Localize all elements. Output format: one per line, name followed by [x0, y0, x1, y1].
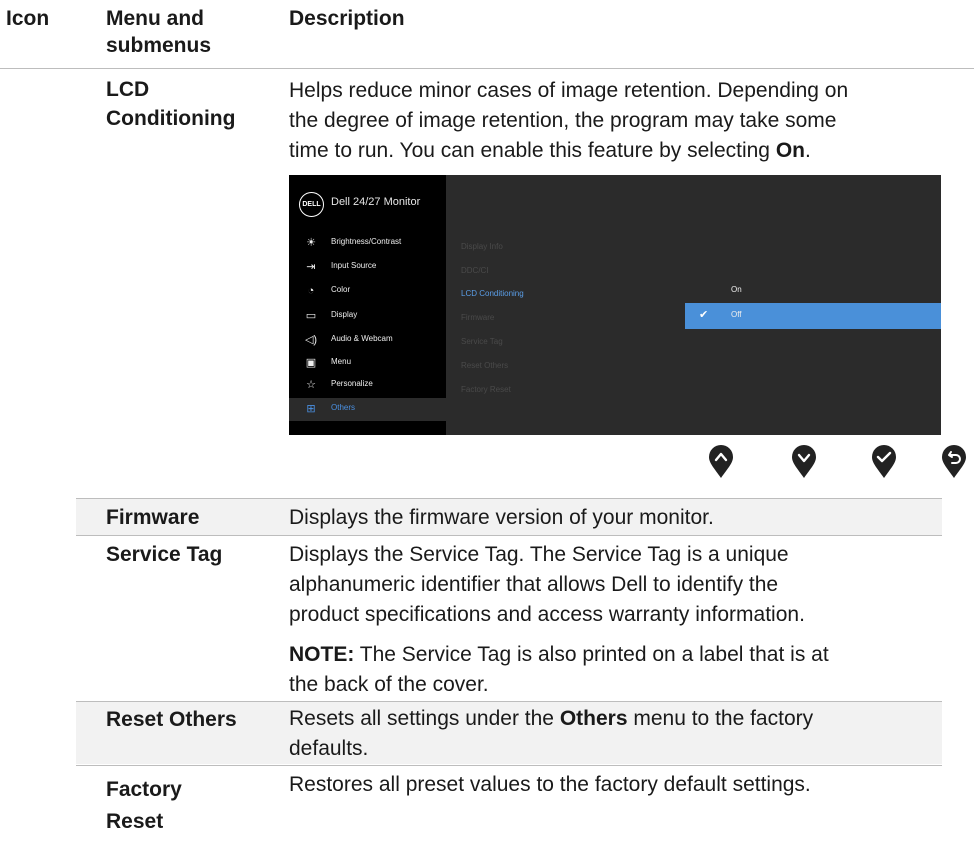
lcd-desc-line2: the degree of image retention, the progr…	[289, 109, 837, 132]
service-tag-description: Displays the Service Tag. The Service Ta…	[289, 540, 805, 630]
osd-sub-display-info[interactable]: Display Info	[461, 242, 503, 251]
osd-option-off[interactable]: ✔ Off	[685, 303, 941, 329]
osd-menu-display[interactable]: ▭ Display	[289, 305, 446, 328]
firmware-label: Firmware	[106, 506, 200, 529]
osd-menu-label: Input Source	[331, 261, 377, 270]
service-tag-desc-line2: alphanumeric identifier that allows Dell…	[289, 573, 779, 596]
osd-menu-input-source[interactable]: ⇥ Input Source	[289, 256, 446, 279]
firmware-description: Displays the firmware version of your mo…	[289, 506, 714, 529]
osd-sub-reset-others[interactable]: Reset Others	[461, 361, 508, 370]
osd-menu-menu[interactable]: ▣ Menu	[289, 352, 446, 375]
col-header-menu: Menu and submenus	[106, 5, 211, 59]
others-emphasis: Others	[559, 707, 628, 730]
factory-reset-description: Restores all preset values to the factor…	[289, 773, 811, 796]
nav-back-icon[interactable]	[941, 445, 967, 479]
nav-up-icon[interactable]	[708, 445, 734, 479]
service-tag-note: NOTE: The Service Tag is also printed on…	[289, 640, 829, 700]
osd-sub-service-tag[interactable]: Service Tag	[461, 337, 503, 346]
osd-menu-label: Brightness/Contrast	[331, 237, 402, 246]
osd-option-label: Off	[731, 310, 742, 319]
service-tag-desc-line3: product specifications and access warran…	[289, 603, 805, 626]
service-tag-label: Service Tag	[106, 543, 223, 566]
input-source-icon: ⇥	[306, 261, 316, 273]
osd-menu-label: Display	[331, 310, 358, 319]
reset-others-description: Resets all settings under the Others men…	[289, 704, 813, 764]
factory-reset-label-line1: Factory	[106, 778, 182, 801]
lcd-conditioning-description: Helps reduce minor cases of image retent…	[289, 76, 848, 166]
reset-others-desc-line1: Resets all settings under the Others men…	[289, 707, 814, 730]
osd-menu-others[interactable]: ⊞ Others	[289, 398, 446, 421]
osd-menu-brightness-contrast[interactable]: ☀ Brightness/Contrast	[289, 232, 446, 255]
nav-down-icon[interactable]	[791, 445, 817, 479]
osd-menu-label: Others	[331, 403, 356, 412]
audio-webcam-icon: ◁)	[304, 334, 318, 346]
lcd-desc-line3: time to run. You can enable this feature…	[289, 139, 811, 162]
note-line1: NOTE: The Service Tag is also printed on…	[289, 643, 829, 666]
lcd-conditioning-label: LCD Conditioning	[106, 75, 235, 133]
col-header-menu-line1: Menu and	[106, 7, 204, 30]
osd-title: Dell 24/27 Monitor	[331, 196, 421, 208]
lcd-label-line1: LCD	[106, 78, 150, 101]
osd-sub-factory-reset[interactable]: Factory Reset	[461, 385, 511, 394]
menu-icon: ▣	[305, 357, 317, 369]
dell-logo: DELL	[299, 192, 324, 217]
osd-option-on[interactable]: On	[685, 278, 941, 304]
reset-others-label: Reset Others	[106, 708, 237, 731]
osd-menu-label: Audio & Webcam	[331, 334, 393, 343]
col-header-menu-line2: submenus	[106, 34, 212, 57]
lcd-on-emphasis: On	[775, 139, 805, 162]
note-label: NOTE:	[289, 643, 355, 666]
brightness-icon: ☀	[306, 237, 316, 249]
osd-menu-label: Personalize	[331, 379, 373, 388]
osd-menu-label: Color	[331, 285, 351, 294]
osd-menu-color[interactable]: ◔ Color	[289, 280, 446, 303]
osd-screenshot: DELL Dell 24/27 Monitor ☀ Brightness/Con…	[289, 175, 941, 435]
lcd-desc-line1: Helps reduce minor cases of image retent…	[289, 79, 849, 102]
row-divider	[76, 535, 942, 536]
star-icon: ☆	[306, 379, 316, 391]
nav-check-icon[interactable]	[871, 445, 897, 479]
color-icon: ◔	[307, 285, 315, 297]
note-line2: the back of the cover.	[289, 673, 489, 696]
lcd-label-line2: Conditioning	[106, 107, 236, 130]
row-divider	[76, 765, 942, 766]
col-header-icon: Icon	[6, 7, 50, 30]
osd-main-menu: DELL Dell 24/27 Monitor ☀ Brightness/Con…	[289, 175, 446, 435]
col-header-description: Description	[289, 7, 405, 30]
reset-others-desc-line2: defaults.	[289, 737, 369, 760]
osd-menu-personalize[interactable]: ☆ Personalize	[289, 374, 446, 397]
osd-sub-ddc-ci[interactable]: DDC/CI	[461, 266, 489, 275]
others-icon: ⊞	[306, 403, 316, 415]
factory-reset-label: Factory Reset	[106, 774, 182, 838]
display-icon: ▭	[305, 310, 317, 322]
service-tag-desc-line1: Displays the Service Tag. The Service Ta…	[289, 543, 789, 566]
osd-menu-label: Menu	[331, 357, 352, 366]
factory-reset-label-line2: Reset	[106, 810, 164, 833]
header-divider	[0, 68, 974, 69]
osd-sub-lcd-conditioning[interactable]: LCD Conditioning	[461, 289, 524, 298]
osd-sub-firmware[interactable]: Firmware	[461, 313, 494, 322]
osd-option-label: On	[731, 285, 742, 294]
osd-menu-audio-webcam[interactable]: ◁) Audio & Webcam	[289, 329, 446, 352]
check-icon: ✔	[699, 309, 709, 321]
